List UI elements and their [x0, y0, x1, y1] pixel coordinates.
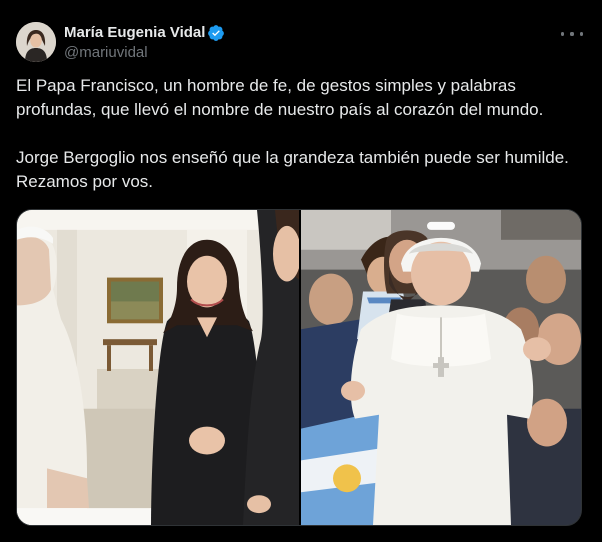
- pope-crowd-photo: [301, 210, 581, 525]
- avatar[interactable]: [16, 22, 56, 62]
- author-handle[interactable]: @mariuvidal: [64, 44, 148, 62]
- media-photo-1[interactable]: [17, 210, 299, 525]
- tweet-paragraph-2-line-2: Rezamos por vos.: [16, 172, 153, 191]
- tweet-paragraph-2-line-1: Jorge Bergoglio nos enseñó que la grande…: [16, 148, 569, 167]
- tweet-paragraph-1: El Papa Francisco, un hombre de fe, de g…: [16, 76, 544, 119]
- tweet-text: El Papa Francisco, un hombre de fe, de g…: [16, 74, 586, 194]
- verified-badge-icon[interactable]: [207, 24, 225, 42]
- more-dot: [561, 32, 565, 36]
- pope-meeting-photo: [17, 210, 299, 525]
- more-options-icon[interactable]: [561, 26, 583, 42]
- tweet-card: María Eugenia Vidal @mariuvidal El Papa …: [0, 0, 602, 542]
- more-dot: [579, 32, 583, 36]
- more-dot: [570, 32, 574, 36]
- media-photo-2[interactable]: [301, 210, 581, 525]
- author-display-name[interactable]: María Eugenia Vidal: [64, 24, 205, 42]
- media-grid: [16, 209, 582, 526]
- avatar-image: [16, 22, 56, 62]
